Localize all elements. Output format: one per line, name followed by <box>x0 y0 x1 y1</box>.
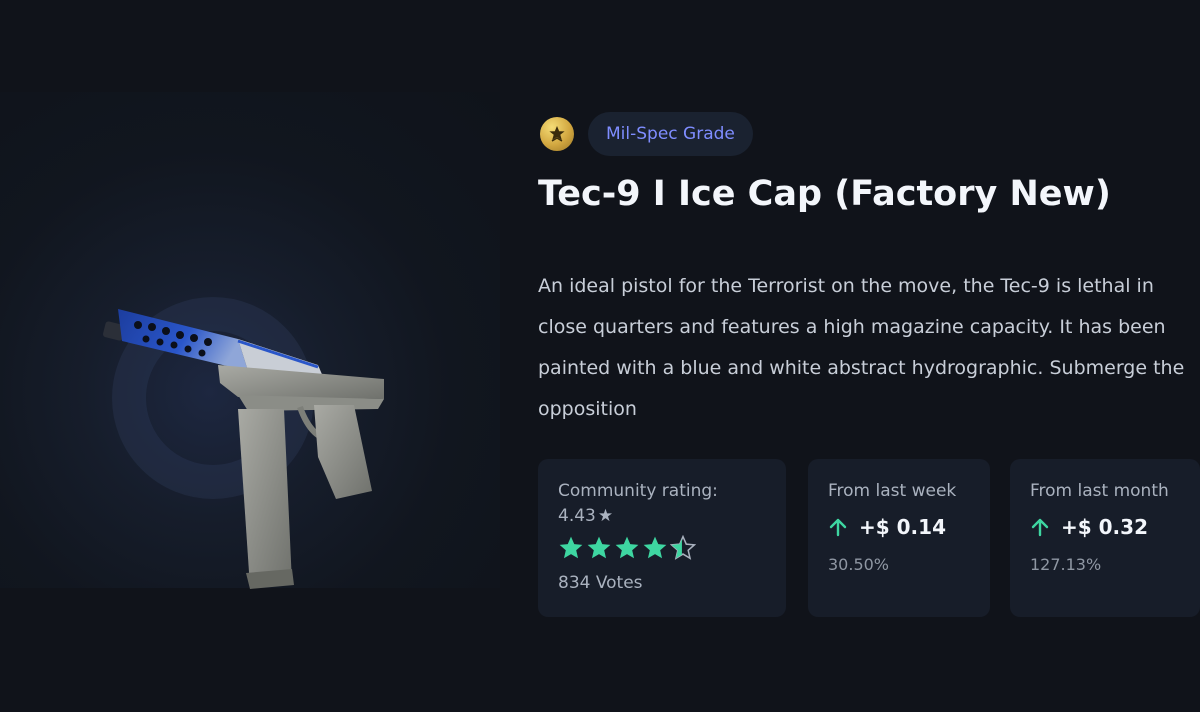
star-icon <box>615 536 639 559</box>
item-description: An ideal pistol for the Terrorist on the… <box>538 275 1185 420</box>
monthly-change: +$ 0.32 <box>1030 515 1148 539</box>
star-icon <box>559 536 583 559</box>
item-title: Tec-9 I Ice Cap (Factory New) <box>538 174 1111 214</box>
monthly-change-card: From last month +$ 0.32 127.13% <box>1010 459 1200 617</box>
rating-stars[interactable] <box>558 535 696 561</box>
monthly-change-label: From last month <box>1030 481 1169 501</box>
star-icon <box>587 536 611 559</box>
item-image-panel <box>0 92 500 589</box>
arrow-up-icon <box>1031 518 1049 537</box>
monthly-change-percent: 127.13% <box>1030 555 1102 574</box>
star-icon: ★ <box>597 506 614 526</box>
grade-badge[interactable]: Mil-Spec Grade <box>588 112 753 156</box>
military-badge-icon <box>540 117 574 151</box>
weekly-change-value: +$ 0.14 <box>859 515 946 539</box>
half-star-icon <box>670 535 696 560</box>
tec-9-ice-cap-image <box>102 309 384 589</box>
weekly-change-percent: 30.50% <box>828 555 890 574</box>
star-icon <box>643 536 667 559</box>
weekly-change-label: From last week <box>828 481 957 501</box>
vote-count: 834 Votes <box>558 573 643 593</box>
rating-value: 4.43 ★ <box>558 506 614 526</box>
monthly-change-value: +$ 0.32 <box>1061 515 1148 539</box>
arrow-up-icon <box>829 518 847 537</box>
rating-label: Community rating: <box>558 481 718 501</box>
weekly-change: +$ 0.14 <box>828 515 946 539</box>
weekly-change-card: From last week +$ 0.14 30.50% <box>808 459 990 617</box>
community-rating-card: Community rating: 4.43 ★ 834 Votes <box>538 459 786 617</box>
